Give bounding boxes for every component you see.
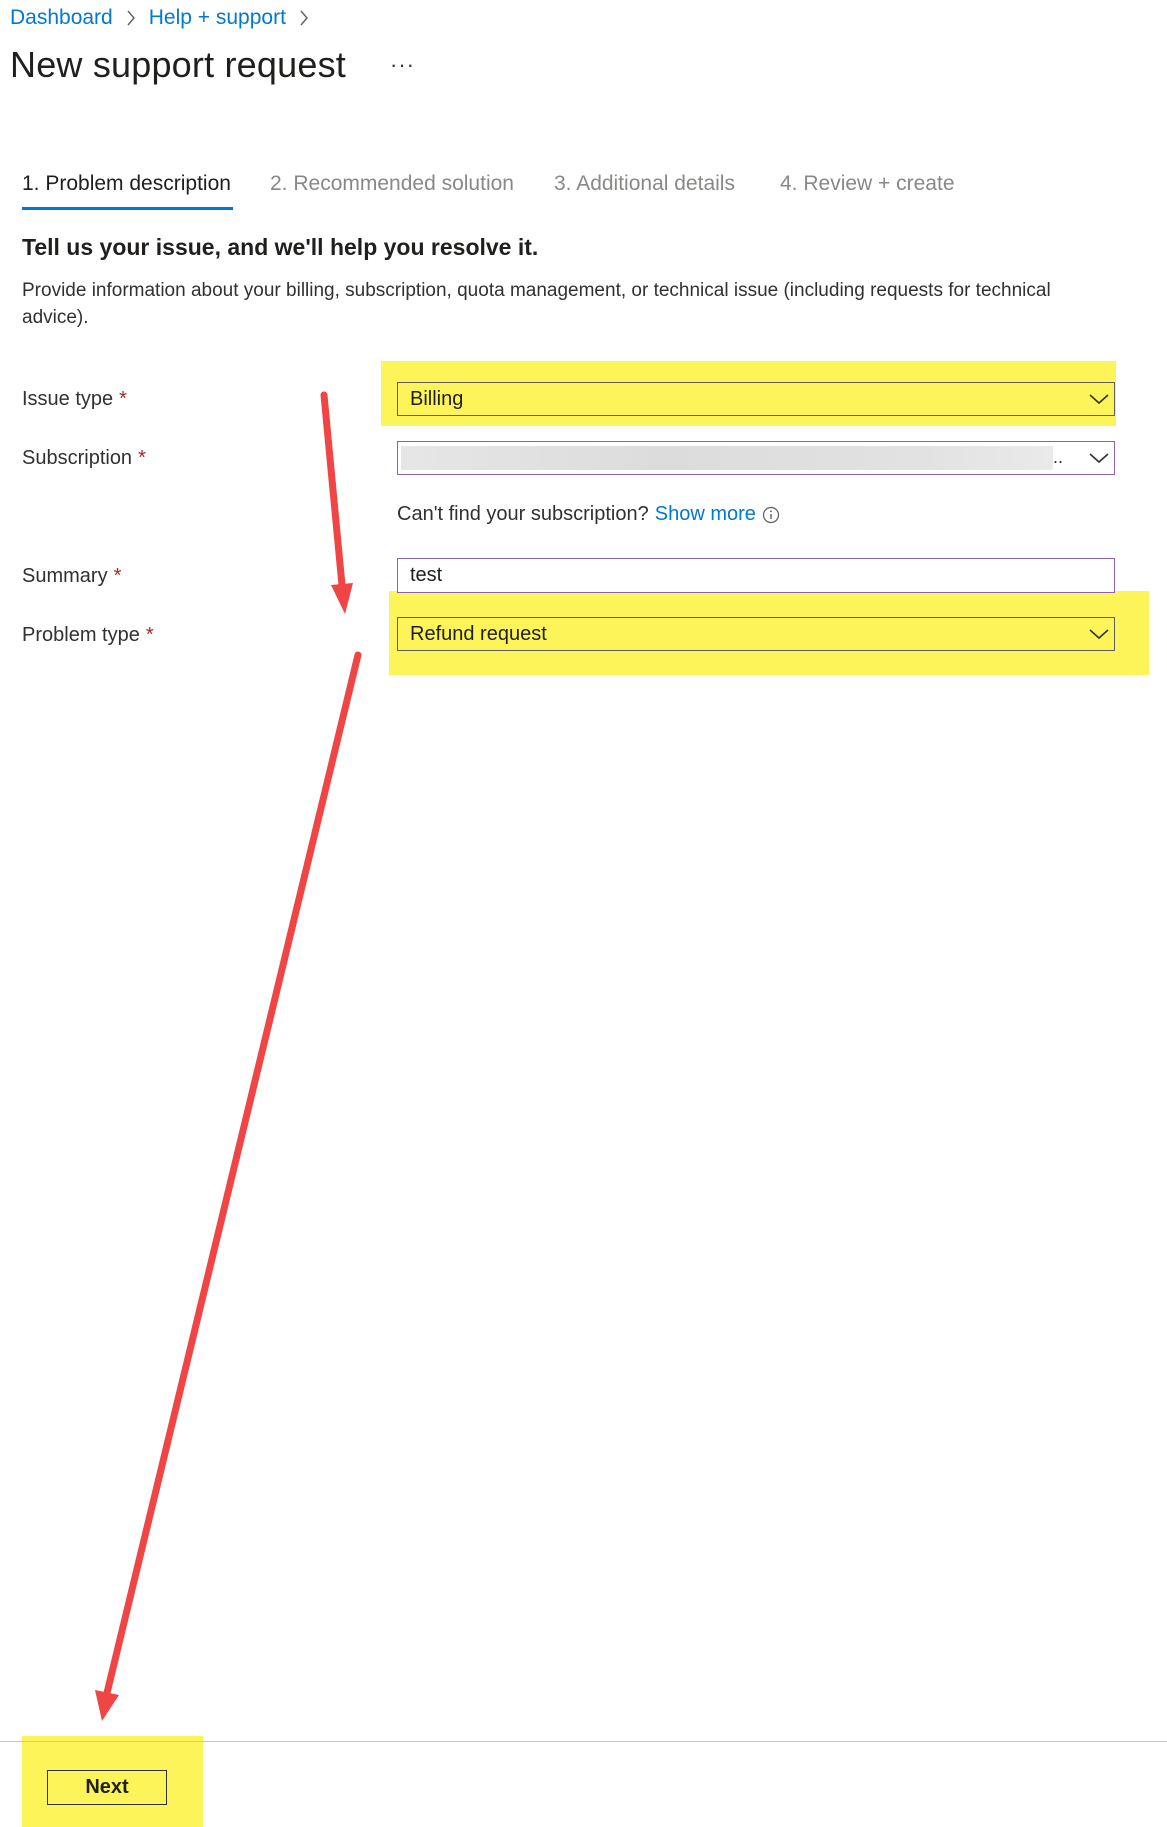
- subscription-value-redacted: [401, 446, 1053, 470]
- active-tab-indicator: [22, 207, 233, 210]
- next-button[interactable]: Next: [47, 1770, 167, 1805]
- section-description: Provide information about your billing, …: [22, 280, 1051, 328]
- problem-type-value: Refund request: [410, 622, 547, 645]
- subscription-label: Subscription *: [22, 447, 146, 469]
- issue-type-dropdown[interactable]: Billing: [397, 382, 1115, 416]
- required-marker: *: [138, 447, 146, 469]
- issue-type-label: Issue type *: [22, 388, 127, 410]
- section-heading: Tell us your issue, and we'll help you r…: [22, 234, 539, 260]
- issue-type-value: Billing: [410, 387, 464, 410]
- tab-problem-description[interactable]: 1. Problem description: [22, 172, 231, 212]
- show-more-link[interactable]: Show more: [655, 503, 756, 526]
- summary-label: Summary *: [22, 565, 122, 587]
- annotation-arrows: [95, 391, 362, 1721]
- arrow-to-problem-type: [320, 391, 353, 614]
- info-icon[interactable]: [762, 506, 780, 524]
- summary-input[interactable]: [397, 558, 1115, 593]
- chevron-right-icon: [299, 10, 309, 26]
- problem-type-dropdown[interactable]: Refund request: [397, 617, 1115, 651]
- breadcrumb-help-support-link[interactable]: Help + support: [149, 6, 286, 30]
- tab-additional-details[interactable]: 3. Additional details: [554, 172, 735, 212]
- subscription-dropdown[interactable]: ..: [397, 441, 1115, 475]
- tab-review-create[interactable]: 4. Review + create: [780, 172, 955, 212]
- required-marker: *: [145, 624, 154, 646]
- chevron-down-icon: [1084, 628, 1114, 640]
- required-marker: *: [113, 565, 122, 587]
- chevron-right-icon: [126, 10, 136, 26]
- tab-recommended-solution[interactable]: 2. Recommended solution: [270, 172, 514, 212]
- page-title: New support request: [10, 44, 346, 85]
- problem-type-label: Problem type *: [22, 624, 154, 646]
- breadcrumb: Dashboard Help + support: [10, 4, 322, 32]
- subscription-help: Can't find your subscription? Show more: [397, 503, 780, 526]
- footer-divider: [0, 1741, 1167, 1742]
- breadcrumb-dashboard-link[interactable]: Dashboard: [10, 6, 113, 30]
- arrow-to-next-button: [95, 651, 362, 1721]
- required-marker: *: [119, 388, 127, 410]
- subscription-value-overflow: ..: [1053, 447, 1064, 467]
- chevron-down-icon: [1084, 452, 1114, 464]
- more-icon[interactable]: ···: [390, 52, 415, 78]
- chevron-down-icon: [1084, 393, 1114, 405]
